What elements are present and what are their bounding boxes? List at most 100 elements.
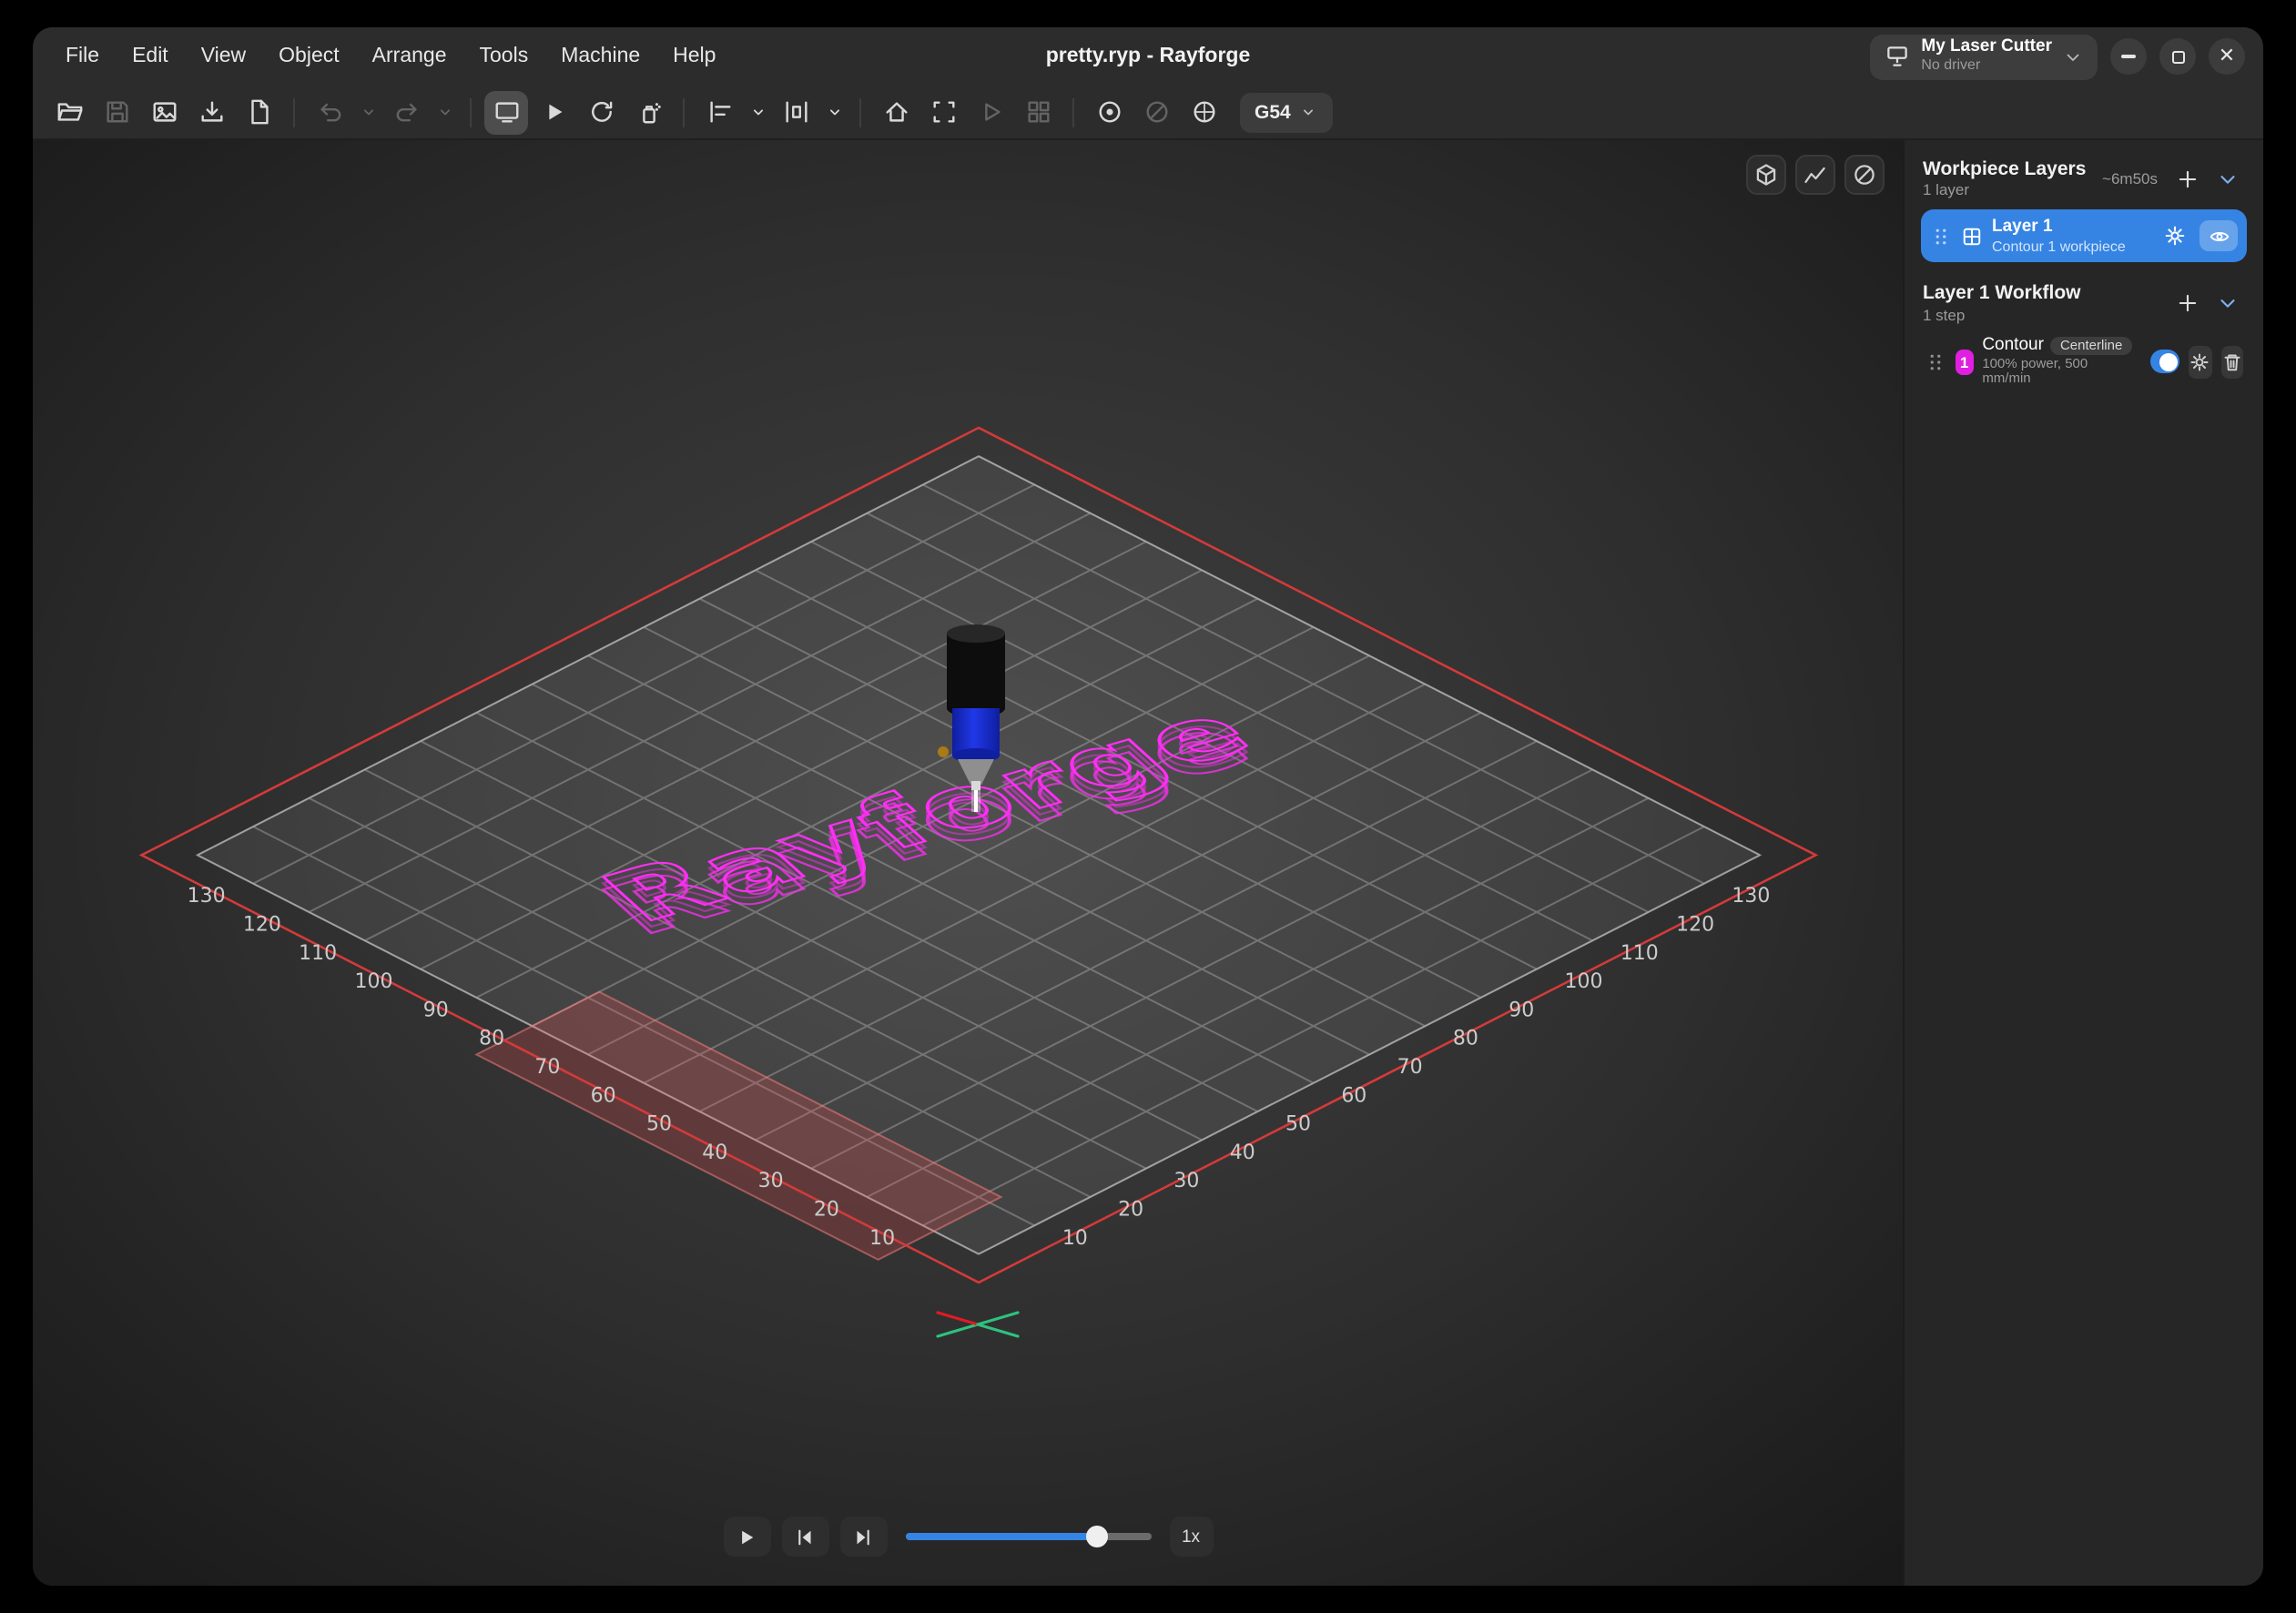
record-button[interactable]	[1087, 90, 1131, 134]
axis-tick-label: 30	[758, 1170, 784, 1192]
close-button[interactable]: ✕	[2209, 38, 2245, 75]
chevron-sm-icon	[824, 102, 844, 122]
layer-subtitle: Contour 1 workpiece	[1992, 238, 2126, 255]
axis-tick-label: 40	[702, 1141, 727, 1164]
axis-tick-label: 90	[423, 999, 449, 1021]
play-button[interactable]	[723, 1517, 770, 1557]
layer-row[interactable]: Layer 1 Contour 1 workpiece	[1921, 210, 2247, 263]
play-icon	[540, 98, 567, 126]
cube-view-button[interactable]	[1746, 155, 1786, 195]
slider-knob[interactable]	[1086, 1526, 1108, 1547]
maximize-button[interactable]	[2159, 38, 2196, 75]
toolbar-separator	[683, 97, 685, 127]
screen: File Edit View Object Arrange Tools Mach…	[0, 0, 2296, 1613]
minimize-button[interactable]	[2110, 38, 2147, 75]
step-settings-button[interactable]	[2189, 346, 2211, 379]
simulation-playbar: 1x	[723, 1517, 1213, 1557]
play-icon	[735, 1525, 758, 1548]
axis-tick-label: 60	[591, 1084, 616, 1107]
axis-tick-label: 50	[646, 1113, 672, 1136]
playback-speed-button[interactable]: 1x	[1169, 1517, 1213, 1557]
collapse-workflow-button[interactable]	[2209, 285, 2245, 321]
chevron-sm-icon	[1298, 102, 1318, 122]
menu-file[interactable]: File	[51, 40, 114, 73]
export-file-icon	[245, 98, 272, 126]
path-view-button[interactable]	[1795, 155, 1835, 195]
frame-button[interactable]	[921, 90, 965, 134]
workflow-step-row[interactable]: 1 Contour Centerline 100% power, 500 mm/…	[1921, 337, 2247, 388]
workflow-title: Layer 1 Workflow	[1923, 283, 2081, 306]
trash-icon	[2221, 351, 2243, 373]
drag-handle-icon[interactable]	[1925, 351, 1946, 373]
menu-arrange[interactable]: Arrange	[358, 40, 462, 73]
undo-button[interactable]	[308, 90, 351, 134]
menu-view[interactable]: View	[187, 40, 260, 73]
axis-tick-label: 60	[1341, 1084, 1366, 1107]
align-button[interactable]	[697, 90, 741, 134]
wcs-label: G54	[1255, 101, 1291, 123]
open-folder-button[interactable]	[47, 90, 91, 134]
collapse-layers-button[interactable]	[2209, 160, 2245, 197]
layer-settings-button[interactable]	[2158, 220, 2190, 253]
drag-handle-icon[interactable]	[1930, 226, 1952, 248]
estimated-duration: ~6m50s	[2102, 169, 2158, 188]
chevron-sm-button[interactable]	[745, 90, 770, 134]
menu-object[interactable]: Object	[264, 40, 354, 73]
axis-tick-label: 100	[1565, 970, 1603, 993]
redo-button[interactable]	[384, 90, 428, 134]
axis-tick-label: 50	[1285, 1113, 1311, 1136]
skip-end-button[interactable]	[839, 1517, 887, 1557]
3d-scene[interactable]: 1010202030304040505060607070808090901001…	[33, 140, 1903, 1586]
chevron-sm-button[interactable]	[355, 90, 381, 134]
distribute-button[interactable]	[774, 90, 818, 134]
window-title: pretty.ryp - Rayforge	[1046, 46, 1251, 67]
image-button[interactable]	[142, 90, 186, 134]
send-icon	[977, 98, 1004, 126]
monitor-button[interactable]	[484, 90, 528, 134]
chevron-sm-button[interactable]	[432, 90, 457, 134]
overlay-off-icon	[1852, 162, 1877, 188]
laser-off-button[interactable]	[1134, 90, 1178, 134]
floppy-button[interactable]	[95, 90, 138, 134]
add-step-button[interactable]	[2169, 285, 2205, 321]
gear-icon	[2189, 351, 2211, 373]
menu-edit[interactable]: Edit	[117, 40, 183, 73]
wcs-button[interactable]: G54	[1240, 92, 1333, 132]
gear-icon	[2162, 225, 2186, 249]
add-layer-button[interactable]	[2169, 160, 2205, 197]
chevron-sm-button[interactable]	[821, 90, 847, 134]
menubar: File Edit View Object Arrange Tools Mach…	[33, 40, 730, 73]
refresh-icon	[587, 98, 615, 126]
export-file-button[interactable]	[237, 90, 280, 134]
layer-visibility-button[interactable]	[2199, 221, 2238, 252]
content: 1010202030304040505060607070808090901001…	[33, 140, 2263, 1586]
playback-buttons	[723, 1517, 887, 1557]
menu-machine[interactable]: Machine	[546, 40, 655, 73]
axis-tick-label: 40	[1230, 1141, 1255, 1164]
play-button[interactable]	[532, 90, 575, 134]
overlay-off-button[interactable]	[1844, 155, 1885, 195]
axis-tick-label: 20	[814, 1199, 839, 1222]
send-button[interactable]	[969, 90, 1012, 134]
distribute-icon	[782, 98, 809, 126]
download-button[interactable]	[189, 90, 233, 134]
tiles-button[interactable]	[1016, 90, 1060, 134]
home-button[interactable]	[874, 90, 918, 134]
spray-button[interactable]	[626, 90, 670, 134]
titlebar: File Edit View Object Arrange Tools Mach…	[33, 27, 2263, 86]
menu-help[interactable]: Help	[658, 40, 730, 73]
step-delete-button[interactable]	[2220, 346, 2243, 379]
axis-tick-label: 70	[534, 1056, 560, 1079]
machine-selector-button[interactable]: My Laser Cutter No driver	[1870, 34, 2098, 79]
skip-start-button[interactable]	[781, 1517, 828, 1557]
simulation-progress-slider[interactable]	[905, 1524, 1151, 1549]
home-icon	[882, 98, 909, 126]
refresh-button[interactable]	[579, 90, 623, 134]
layer-title: Layer 1	[1992, 218, 2126, 238]
drag-icon	[1925, 351, 1946, 373]
step-enabled-toggle[interactable]	[2149, 350, 2179, 374]
origin-button[interactable]	[1182, 90, 1225, 134]
menu-tools[interactable]: Tools	[465, 40, 544, 73]
chevron-down-icon	[2215, 167, 2239, 190]
align-icon	[706, 98, 733, 126]
